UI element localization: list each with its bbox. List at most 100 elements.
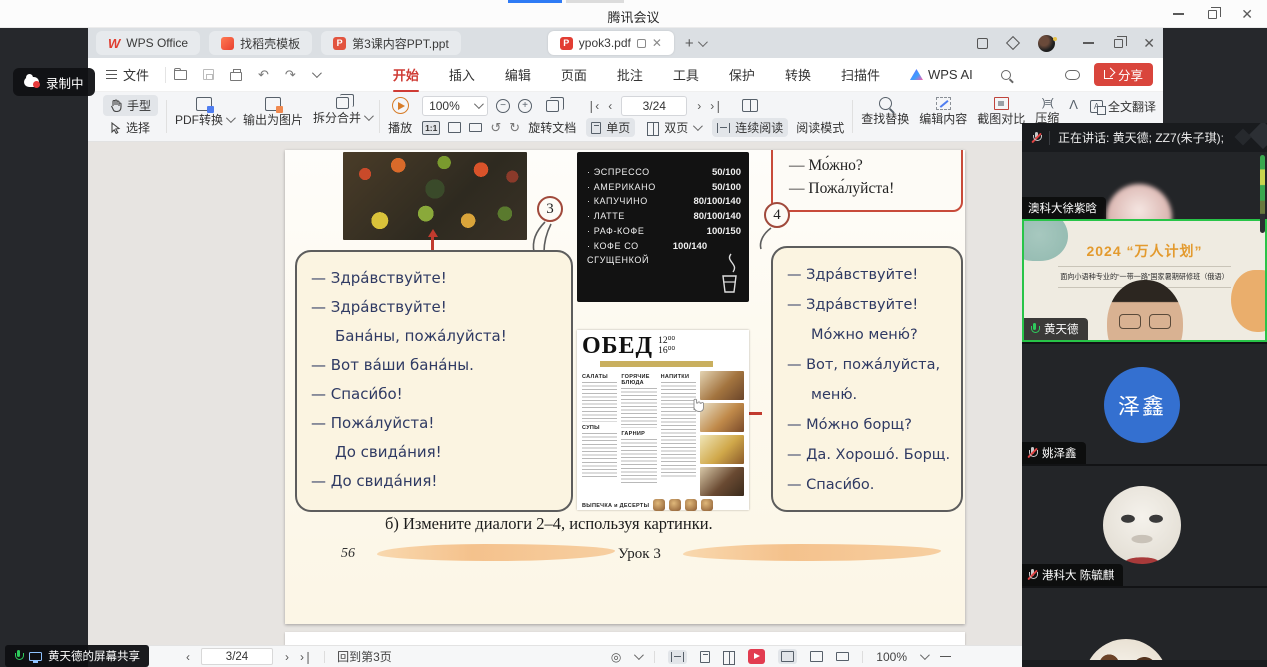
split-merge-button[interactable]: 拆分合并 (308, 95, 376, 128)
statusbar-fit-page-button[interactable] (778, 649, 797, 664)
menu-file[interactable]: 文件 (98, 61, 157, 88)
page-jump-icon[interactable] (546, 100, 559, 112)
fit-page-icon[interactable] (448, 122, 461, 133)
prev-page-button[interactable]: ‹ (608, 99, 611, 113)
export-image-button[interactable]: 输出为图片 (238, 95, 308, 130)
participant-tile-huangtiande-active[interactable]: 2024 “万人计划” 面向小语种专业的“一带一路”国家暑期研修班（俄语） 黄天… (1022, 219, 1267, 342)
pdf-document-area[interactable]: ЭСПРЕССО50/100 АМЕРИКАНО50/100 КАПУЧИНО8… (88, 142, 1163, 645)
wps-account-avatar[interactable] (1038, 35, 1055, 52)
chevron-down-icon[interactable] (634, 650, 644, 660)
chevron-down-icon[interactable] (920, 650, 930, 660)
play-button[interactable]: 播放 (383, 95, 417, 138)
menu-wps-ai[interactable]: WPS AI (908, 63, 975, 86)
zoom-in-icon[interactable]: + (518, 99, 532, 113)
menu-convert[interactable]: 转换 (783, 61, 813, 88)
redo-icon[interactable]: ↷ (285, 67, 296, 83)
quickbar-chevron-icon[interactable] (312, 68, 322, 78)
tab-pin-icon[interactable] (637, 39, 646, 48)
find-replace-button[interactable]: 查找替换 (856, 95, 914, 129)
back-to-page-button[interactable]: 回到第3页 (337, 648, 392, 665)
tab-ppt[interactable]: P 第3课内容PPT.ppt (321, 31, 461, 55)
participant-tile-chenyuqi[interactable]: 港科大 陈毓麒 (1022, 464, 1267, 586)
tab-close-icon[interactable]: ✕ (652, 37, 662, 49)
save-icon[interactable] (203, 69, 214, 80)
single-page-button[interactable]: 单页 (586, 118, 635, 137)
statusbar-next-page-button[interactable]: › (285, 650, 288, 664)
menu-annotate[interactable]: 批注 (615, 61, 645, 88)
zoom-dropdown[interactable]: 100% (422, 96, 488, 116)
read-mode-label[interactable]: 阅读模式 (796, 119, 844, 136)
recording-badge[interactable]: 录制中 (13, 68, 95, 96)
participant-tile-partial[interactable] (1022, 586, 1267, 660)
statusbar-last-page-button[interactable]: ›❘ (300, 650, 312, 664)
translate-button[interactable]: A 全文翻译 (1083, 96, 1163, 117)
fit-width-icon[interactable] (469, 123, 482, 132)
participant-tile-yaozexin[interactable]: 泽鑫 姚泽鑫 (1022, 342, 1267, 464)
statusbar-fit-width-icon[interactable] (836, 652, 849, 661)
participant-name: 黄天德 (1044, 321, 1079, 337)
actual-size-button[interactable]: 1:1 (422, 121, 440, 135)
meeting-close-button[interactable]: ✕ (1241, 7, 1253, 21)
statusbar-double-page-icon[interactable] (723, 651, 735, 663)
statusbar-page-input[interactable] (201, 648, 273, 665)
statusbar-prev-page-button[interactable]: ‹ (186, 650, 189, 664)
window-mode-icon[interactable] (977, 38, 988, 49)
tab-docer[interactable]: 找稻壳模板 (209, 31, 312, 55)
sidebar-scrollbar[interactable] (1260, 155, 1265, 233)
meeting-minimize-button[interactable] (1173, 13, 1184, 15)
edit-content-button[interactable]: 编辑内容 (914, 95, 972, 129)
read-mode-icon[interactable] (742, 99, 758, 112)
tab-list-chevron-icon[interactable] (698, 37, 708, 47)
statusbar-fullscreen-icon[interactable] (810, 651, 823, 662)
double-page-button[interactable]: 双页 (643, 118, 704, 137)
menu-home[interactable]: 开始 (391, 61, 421, 88)
next-page-button[interactable]: › (697, 99, 700, 113)
wps-minimize-button[interactable] (1083, 42, 1094, 44)
menu-scan[interactable]: 扫描件 (839, 61, 882, 88)
zoom-out-button[interactable] (940, 656, 951, 658)
wps-restore-button[interactable] (1114, 39, 1123, 48)
undo-icon[interactable]: ↶ (258, 67, 269, 83)
statusbar-play-button[interactable] (748, 649, 765, 664)
menu-item: АМЕРИКАНО (587, 181, 656, 195)
page-number-input[interactable] (621, 96, 687, 116)
screen-share-badge[interactable]: 黄天德的屏幕共享 (5, 645, 149, 667)
menu-text-lines (621, 439, 656, 483)
last-page-button[interactable]: ›❘ (710, 99, 722, 113)
select-tool-button[interactable]: 选择 (103, 117, 158, 138)
rotate-doc-label[interactable]: 旋转文档 (528, 119, 576, 136)
hand-tool-button[interactable]: 手型 (103, 95, 158, 116)
view-options-icon[interactable]: ◎ (611, 650, 621, 664)
read-aloud-button[interactable]: Λ (1064, 95, 1083, 114)
statusbar-single-page-icon[interactable] (700, 651, 710, 663)
share-button[interactable]: 分享 (1094, 63, 1153, 86)
first-page-button[interactable]: ❘‹ (586, 99, 598, 113)
open-file-icon[interactable] (174, 70, 187, 80)
menu-tools[interactable]: 工具 (671, 61, 701, 88)
rotate-right-icon[interactable]: ↻ (509, 120, 520, 136)
wps-close-button[interactable]: ✕ (1143, 36, 1155, 50)
menu-edit[interactable]: 编辑 (503, 61, 533, 88)
mic-muted-icon[interactable] (1032, 132, 1041, 144)
meeting-tab-indicator-inactive[interactable] (566, 0, 624, 3)
tab-wps-home[interactable]: W WPS Office (96, 31, 200, 55)
service-cloud-icon[interactable] (1065, 70, 1080, 80)
rotate-left-icon[interactable]: ↺ (490, 120, 501, 136)
menu-protect[interactable]: 保护 (727, 61, 757, 88)
statusbar-continuous-button[interactable] (668, 650, 687, 664)
menu-page[interactable]: 页面 (559, 61, 589, 88)
menu-search-icon[interactable] (1001, 70, 1011, 80)
workspace-icon[interactable] (1006, 36, 1020, 50)
menu-price: 50/100 (712, 166, 741, 181)
meeting-maximize-button[interactable] (1208, 10, 1217, 19)
print-icon[interactable] (230, 72, 242, 81)
tab-pdf-active[interactable]: P ypok3.pdf ✕ (548, 31, 674, 55)
zoom-out-icon[interactable]: − (496, 99, 510, 113)
menu-insert[interactable]: 插入 (447, 61, 477, 88)
continuous-read-button[interactable]: 连续阅读 (712, 118, 788, 137)
participant-tile-xuzihan[interactable]: 澳科大徐紫晗 (1022, 152, 1267, 219)
pdf-convert-button[interactable]: PDF转换 (170, 95, 238, 130)
new-tab-button[interactable]: + (685, 35, 694, 52)
statusbar-zoom-value[interactable]: 100% (876, 650, 907, 664)
meeting-tab-indicator-active[interactable] (508, 0, 562, 3)
